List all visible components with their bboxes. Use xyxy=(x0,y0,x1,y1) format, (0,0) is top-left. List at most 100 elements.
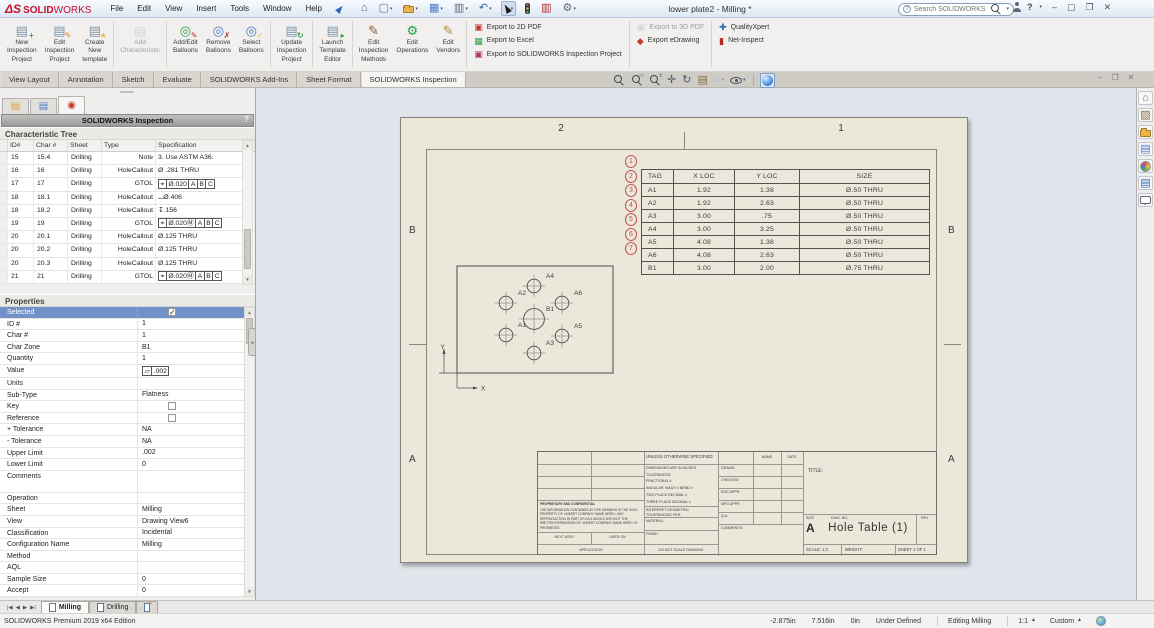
net-inspect-button[interactable]: ▮Net-Inspect xyxy=(719,36,769,46)
export-edrawing-button[interactable]: ◆Export eDrawing xyxy=(637,36,704,46)
zoom-caret-icon[interactable]: ▲ xyxy=(1031,617,1036,623)
launch-template-editor-button[interactable]: ▤▸LaunchTemplateEditor xyxy=(315,20,349,66)
property-value[interactable] xyxy=(138,413,244,424)
close-button[interactable]: ✕ xyxy=(1104,2,1112,13)
help-menu[interactable]: ? xyxy=(1027,2,1033,12)
custom-properties-button[interactable]: ▤ xyxy=(1138,176,1153,190)
qualityxpert-button[interactable]: ✚QualityXpert xyxy=(719,22,769,32)
hole-table-row[interactable]: A21.922.63Ø.50 THRU xyxy=(642,197,930,210)
characteristic-row[interactable]: 2020.2DrillingHoleCalloutØ.125 THRU xyxy=(0,244,255,257)
property-row-view[interactable]: ViewDrawing View6 xyxy=(0,516,244,528)
property-row-char-zone[interactable]: Char ZoneB1 xyxy=(0,342,244,354)
doc-minimize-button[interactable]: – xyxy=(1098,73,1102,82)
panel-collapse-handle[interactable]: ◂ xyxy=(248,328,255,356)
panel-tab-inspection[interactable]: ◉ xyxy=(58,96,85,114)
menu-file[interactable]: File xyxy=(103,0,130,17)
new-document-button[interactable]: ▢▾ xyxy=(377,1,395,16)
balloon-2[interactable]: 2 xyxy=(625,170,637,183)
pan-button[interactable]: ✛ xyxy=(666,73,677,88)
property-row-units[interactable]: Units xyxy=(0,378,244,390)
property-row-sub-type[interactable]: Sub-TypeFlatness xyxy=(0,390,244,402)
balloon-4[interactable]: 4 xyxy=(625,199,637,212)
property-row-classification[interactable]: ClassificationIncidental xyxy=(0,528,244,540)
drawing-view-button[interactable]: ▤ xyxy=(696,73,708,88)
search-input[interactable] xyxy=(914,6,987,13)
hole-table-row[interactable]: A54.081.38Ø.50 THRU xyxy=(642,236,930,249)
dropdown-caret-icon[interactable]: ▾ xyxy=(489,6,492,12)
property-row-reference[interactable]: Reference xyxy=(0,413,244,425)
design-library-button[interactable]: ▧ xyxy=(1138,108,1153,122)
characteristic-row[interactable]: 1818.2DrillingHoleCallout↧.156 xyxy=(0,205,255,218)
tab-annotation[interactable]: Annotation xyxy=(59,72,113,87)
select-balloons-button[interactable]: ◎✓SelectBalloons xyxy=(235,20,268,58)
sheet-tab-milling[interactable]: Milling xyxy=(41,601,89,613)
property-row-comments[interactable]: Comments xyxy=(0,471,244,493)
menu-tools[interactable]: Tools xyxy=(223,0,256,17)
remove-balloons-button[interactable]: ◎✗RemoveBalloons xyxy=(202,20,235,58)
property-row-tolerance[interactable]: - ToleranceNA xyxy=(0,436,244,448)
property-row-aql[interactable]: AQL xyxy=(0,562,244,574)
scroll-up-icon[interactable]: ▲ xyxy=(245,308,254,317)
hole-table-row[interactable]: A43.003.25Ø.50 THRU xyxy=(642,223,930,236)
characteristic-row[interactable]: 1919DrillingGTOL⌖Ø.020ⓂABC xyxy=(0,218,255,231)
hole-table-row[interactable]: A64.082.63Ø.50 THRU xyxy=(642,249,930,262)
options-button[interactable]: ⚙▾ xyxy=(561,1,578,16)
add-edit-balloons-button[interactable]: ◎✎Add/EditBalloons xyxy=(169,20,202,58)
menu-insert[interactable]: Insert xyxy=(189,0,223,17)
zoom-in-out-button[interactable]: ± xyxy=(648,73,662,88)
property-row-value[interactable]: Value▱.002 xyxy=(0,365,244,378)
first-sheet-button[interactable]: |◀ xyxy=(7,605,13,611)
hole-table[interactable]: TAGX LOCY LOCSIZEA11.921.38Ø.50 THRUA21.… xyxy=(641,169,930,275)
print-button[interactable]: ▥▾ xyxy=(452,1,470,16)
tab-sketch[interactable]: Sketch xyxy=(113,72,154,87)
pin-icon[interactable] xyxy=(335,4,345,14)
help-caret-icon[interactable]: ▾ xyxy=(1040,4,1043,10)
tree-column-id[interactable]: ID# xyxy=(8,140,34,151)
dropdown-caret-icon[interactable]: ▾ xyxy=(465,6,468,12)
doc-restore-button[interactable]: ❐ xyxy=(1111,73,1118,82)
checkbox-unchecked[interactable] xyxy=(168,414,176,422)
solidworks-resources-button[interactable]: ⌂ xyxy=(1138,91,1153,105)
edit-inspection-project-button[interactable]: ▤✎EditInspectionProject xyxy=(41,20,79,66)
characteristic-row[interactable]: 1818.1DrillingHoleCallout⌴Ø.406 xyxy=(0,192,255,205)
open-button[interactable]: ▾ xyxy=(401,1,420,16)
dropdown-caret-icon[interactable]: ▾ xyxy=(743,77,746,83)
select-button[interactable]: ▾ xyxy=(501,1,517,16)
prev-sheet-button[interactable]: ◀ xyxy=(16,605,20,611)
property-value[interactable]: ✓ xyxy=(138,307,244,318)
view-palette-button[interactable]: ▤ xyxy=(1138,142,1153,156)
dropdown-caret-icon[interactable]: ▾ xyxy=(440,6,443,12)
property-row-upper-limit[interactable]: Upper Limit.002 xyxy=(0,448,244,460)
balloon-1[interactable]: 1 xyxy=(625,155,637,168)
balloon-6[interactable]: 6 xyxy=(625,228,637,241)
edit-inspection-methods-button[interactable]: ✎EditInspectionMethods xyxy=(355,20,393,66)
tab-view-layout[interactable]: View Layout xyxy=(0,72,59,87)
balloon-7[interactable]: 7 xyxy=(625,242,637,255)
scroll-up-icon[interactable]: ▲ xyxy=(243,141,252,150)
create-new-template-button[interactable]: ▤★CreateNewtemplate xyxy=(78,20,111,66)
export-excel-button[interactable]: ▦Export to Excel xyxy=(474,36,622,46)
characteristic-row[interactable]: 1515.4DrillingNote3. Use ASTM A36. xyxy=(0,152,255,165)
panel-help-icon[interactable]: ? xyxy=(244,115,249,124)
property-row-selected[interactable]: Selected✓ xyxy=(0,307,244,319)
hole-table-row[interactable]: A33.00.75Ø.50 THRU xyxy=(642,210,930,223)
menu-help[interactable]: Help xyxy=(298,0,328,17)
scroll-down-icon[interactable]: ▼ xyxy=(243,275,252,284)
characteristic-row[interactable]: 2020.3DrillingHoleCalloutØ.125 THRU xyxy=(0,258,255,271)
hole-table-row[interactable]: A11.921.38Ø.50 THRU xyxy=(642,184,930,197)
doc-close-button[interactable]: ✕ xyxy=(1128,73,1135,82)
dropdown-caret-icon[interactable]: ▾ xyxy=(722,77,725,83)
tab-evaluate[interactable]: Evaluate xyxy=(154,72,201,87)
scroll-down-icon[interactable]: ▼ xyxy=(245,587,254,596)
hole-table-row[interactable]: B13.002.00Ø.75 THRU xyxy=(642,262,930,275)
panel-tab-tree[interactable]: ▤ xyxy=(30,98,57,114)
restore-button[interactable]: ❐ xyxy=(1086,2,1094,13)
graphics-area[interactable]: Y X A4A2A6B1A1A5A3 2 1 B A B A TAGX LOCY… xyxy=(256,88,1136,600)
balloon-5[interactable]: 5 xyxy=(625,213,637,226)
characteristic-row[interactable]: 2121DrillingGTOL⌖Ø.020ⓂABC xyxy=(0,271,255,284)
characteristic-row[interactable]: 1717DrillingGTOL⌖Ø.020ABC xyxy=(0,178,255,191)
tab-solidworks-inspection[interactable]: SOLIDWORKS Inspection xyxy=(361,72,466,87)
property-row-quantity[interactable]: Quantity1 xyxy=(0,353,244,365)
menu-view[interactable]: View xyxy=(158,0,189,17)
property-row-tolerance[interactable]: + ToleranceNA xyxy=(0,424,244,436)
